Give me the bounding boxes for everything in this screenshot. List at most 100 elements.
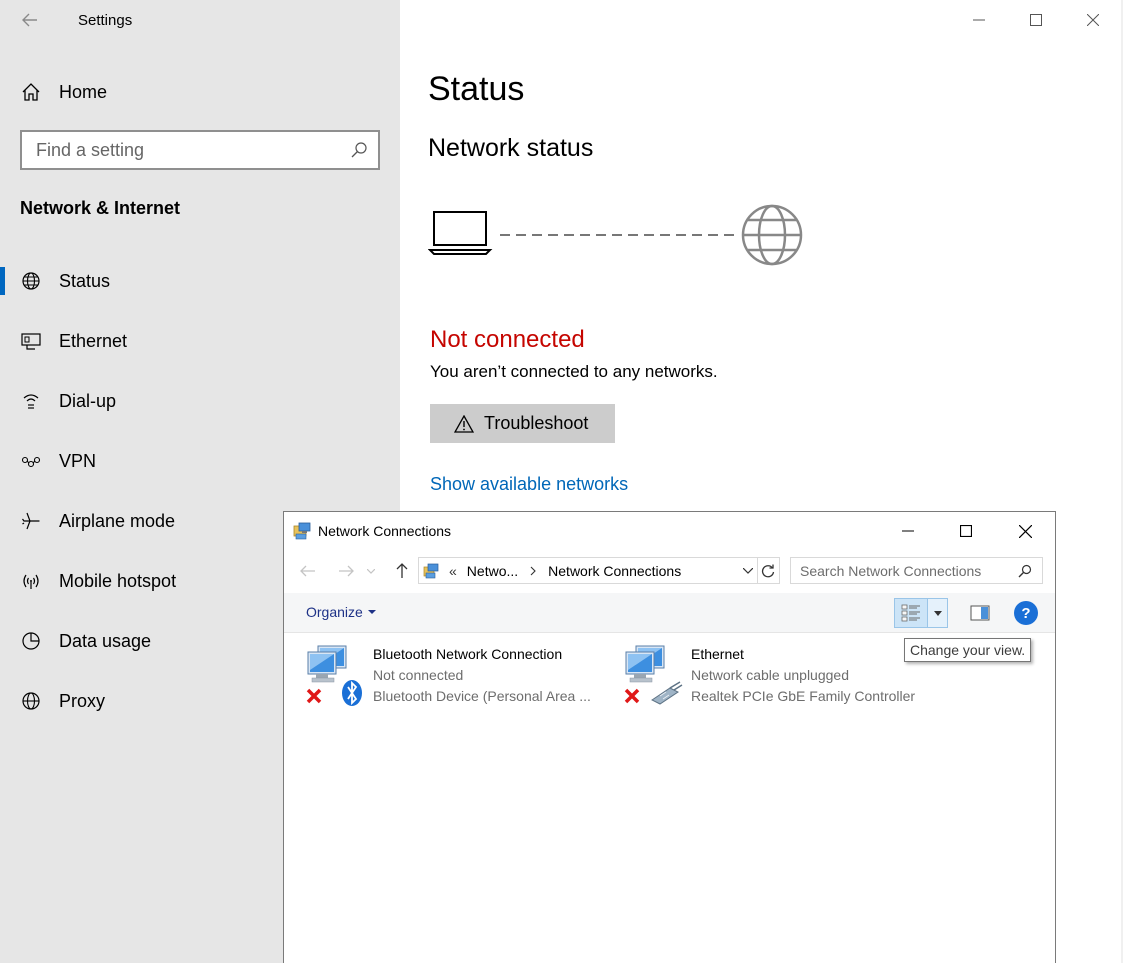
warning-icon [454,414,474,433]
organize-label: Organize [306,604,363,620]
change-view-button[interactable] [894,598,928,628]
chevron-down-icon [367,568,375,574]
nav-forward-button[interactable] [334,559,358,583]
connection-item[interactable]: Ethernet Network cable unplugged Realtek… [624,642,924,708]
dial-up-icon [20,390,42,412]
page-title: Status [428,70,525,108]
hotspot-icon [20,570,42,592]
nav-item-vpn[interactable]: VPN [0,439,400,483]
internet-globe-icon [741,204,803,266]
network-connections-window: Network Connections « Netwo... Network C… [283,511,1056,963]
connection-description: You aren’t connected to any networks. [430,362,718,381]
home-icon [20,81,42,103]
address-bar[interactable]: « Netwo... Network Connections [418,557,758,584]
network-status-diagram [428,204,803,266]
view-options-dropdown[interactable] [928,598,948,628]
nav-label-dial-up: Dial-up [59,390,117,411]
network-folder-icon [423,563,439,578]
network-connections-folder-icon [293,522,311,540]
nav-home[interactable]: Home [0,72,400,112]
up-arrow-icon [396,563,408,578]
connection-item[interactable]: Bluetooth Network Connection Not connect… [306,642,606,708]
up-one-level-button[interactable] [390,559,414,583]
show-available-networks-link[interactable]: Show available networks [430,474,628,495]
back-arrow-icon [22,13,37,27]
connection-device: Bluetooth Device (Personal Area ... [373,688,591,704]
breadcrumb-current[interactable]: Network Connections [548,563,681,579]
search-icon [1018,564,1032,578]
connection-name: Bluetooth Network Connection [373,646,563,662]
help-icon: ? [1021,604,1031,622]
nc-maximize-button[interactable] [937,514,995,548]
connection-device: Realtek PCIe GbE Family Controller [691,688,916,704]
troubleshoot-button[interactable]: Troubleshoot [430,404,615,443]
laptop-icon [428,211,493,255]
proxy-globe-icon [20,690,42,712]
caret-down-icon [933,610,942,616]
address-history-chevron-icon[interactable] [743,568,753,574]
nav-label-ethernet: Ethernet [59,330,128,351]
home-label: Home [59,81,108,102]
nav-label-proxy: Proxy [59,690,106,711]
help-button[interactable]: ? [1014,601,1038,625]
network-status-heading: Network status [428,134,594,162]
bluetooth-network-icon [306,645,362,706]
find-setting-search[interactable] [20,130,380,170]
back-arrow-icon [300,565,315,577]
nav-back-button[interactable] [296,559,320,583]
troubleshoot-label: Troubleshoot [484,413,589,433]
refresh-icon [761,564,775,577]
airplane-icon [20,510,42,532]
nav-item-ethernet[interactable]: Ethernet [0,319,400,363]
nc-window-title: Network Connections [318,523,452,539]
nav-label-vpn: VPN [59,450,97,471]
connection-state: Not connected [430,326,585,353]
nc-close-button[interactable] [996,514,1054,548]
ethernet-network-icon [624,645,683,705]
breadcrumb-overflow[interactable]: « [449,563,457,579]
connection-status: Not connected [373,667,464,683]
search-icon [351,142,367,158]
vpn-icon [20,450,42,472]
app-title: Settings [78,12,133,29]
close-icon [1087,14,1099,26]
find-setting-input[interactable] [22,139,342,161]
breadcrumb-separator-icon [530,566,536,575]
close-button[interactable] [1070,4,1116,36]
breadcrumb-parent[interactable]: Netwo... [467,563,518,579]
ethernet-icon [20,330,42,352]
data-usage-icon [20,630,42,652]
nc-command-bar: Organize ? [284,593,1055,633]
nav-label-mobile-hotspot: Mobile hotspot [59,570,177,591]
nav-label-data-usage: Data usage [59,630,152,651]
connection-name: Ethernet [691,646,744,662]
active-indicator [0,267,5,295]
maximize-icon [960,525,972,537]
minimize-icon [973,19,985,21]
minimize-icon [902,530,914,532]
preview-pane-button[interactable] [968,602,992,624]
nc-address-bar-row: « Netwo... Network Connections [284,549,1055,593]
nc-search-input[interactable] [791,562,1011,579]
connection-status: Network cable unplugged [691,667,849,683]
close-icon [1018,524,1032,538]
forward-arrow-icon [339,565,354,577]
back-button[interactable] [16,8,44,32]
nc-titlebar: Network Connections [284,512,1055,549]
section-title: Network & Internet [20,198,181,218]
nc-search-box[interactable] [790,557,1043,584]
maximize-button[interactable] [1013,4,1059,36]
maximize-icon [1030,14,1042,26]
nav-item-dial-up[interactable]: Dial-up [0,379,400,423]
nav-label-status: Status [59,270,111,291]
nc-minimize-button[interactable] [879,514,937,548]
status-globe-icon [20,270,42,292]
details-view-icon [901,604,920,622]
nav-label-airplane-mode: Airplane mode [59,510,176,531]
refresh-button[interactable] [757,557,780,584]
caret-down-icon [367,610,376,614]
recent-locations-button[interactable] [364,559,378,583]
nav-item-status[interactable]: Status [0,259,400,303]
minimize-button[interactable] [956,4,1002,36]
organize-menu[interactable]: Organize [306,604,376,620]
